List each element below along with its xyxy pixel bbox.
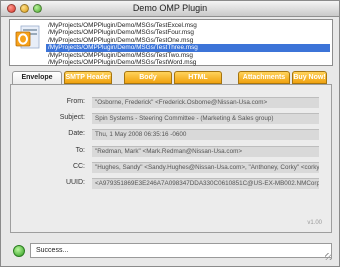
date-label: Date:	[68, 130, 85, 137]
file-list-item[interactable]: /MyProjects/OMPPlugin/Demo/MSGs/TestWord…	[46, 59, 330, 66]
tab-body[interactable]: Body	[124, 71, 172, 84]
cc-label: CC:	[72, 163, 85, 170]
file-list-panel: /MyProjects/OMPPlugin/Demo/MSGs/TestExce…	[9, 19, 333, 66]
to-label: To:	[75, 147, 85, 154]
tab-smtp-header[interactable]: SMTP Header	[64, 71, 112, 84]
tab-bar: Envelope SMTP Header Body HTML Attachments Bu…	[12, 71, 327, 85]
to-field[interactable]: "Redman, Mark" <Mark.Redman@Nissan-Usa.c…	[92, 146, 319, 157]
window-title: Demo OMP Plugin	[132, 3, 208, 13]
subject-label: Subject:	[59, 114, 85, 121]
tab-envelope[interactable]: Envelope	[12, 71, 62, 85]
tab-attachments[interactable]: Attachments	[238, 71, 290, 84]
outlook-icon	[15, 25, 40, 49]
date-field[interactable]: Thu, 1 May 2008 06:35:16 -0600	[92, 129, 319, 140]
status-bar: Success...	[7, 239, 334, 262]
from-label: From:	[66, 98, 85, 105]
tab-buy-now[interactable]: Buy Now!	[292, 71, 327, 84]
file-list-item[interactable]: /MyProjects/OMPPlugin/Demo/MSGs/TestThre…	[46, 44, 330, 52]
uuid-field[interactable]: <A979351869E3E246A7A098347DDA330C0610851…	[92, 178, 319, 189]
version-label: v1.00	[307, 220, 322, 226]
title-bar: Demo OMP Plugin	[1, 1, 339, 17]
cc-field[interactable]: "Hughes, Sandy" <Sandy.Hughes@Nissan-Usa…	[92, 162, 319, 173]
app-window: Demo OMP Plugin /MyProjects/OMPPlugin/De…	[0, 0, 340, 267]
envelope-panel: From: "Osborne, Frederick" <Frederick.Os…	[10, 84, 332, 233]
from-field[interactable]: "Osborne, Frederick" <Frederick.Osborne@…	[92, 97, 319, 108]
tab-html[interactable]: HTML	[174, 71, 222, 84]
subject-field[interactable]: Spin Systems - Steering Committee - (Mar…	[92, 113, 319, 124]
file-list: /MyProjects/OMPPlugin/Demo/MSGs/TestExce…	[46, 22, 330, 66]
status-text: Success...	[30, 243, 332, 258]
uuid-label: UUID:	[65, 179, 85, 186]
file-list-item[interactable]: /MyProjects/OMPPlugin/Demo/MSGs/TestExce…	[46, 22, 330, 29]
resize-grip[interactable]	[325, 253, 332, 260]
file-list-item[interactable]: /MyProjects/OMPPlugin/Demo/MSGs/TestOne.…	[46, 37, 330, 44]
status-ok-icon	[13, 245, 25, 257]
file-list-item[interactable]: /MyProjects/OMPPlugin/Demo/MSGs/TestTwo.…	[46, 52, 330, 59]
file-list-item[interactable]: /MyProjects/OMPPlugin/Demo/MSGs/TestFour…	[46, 29, 330, 36]
